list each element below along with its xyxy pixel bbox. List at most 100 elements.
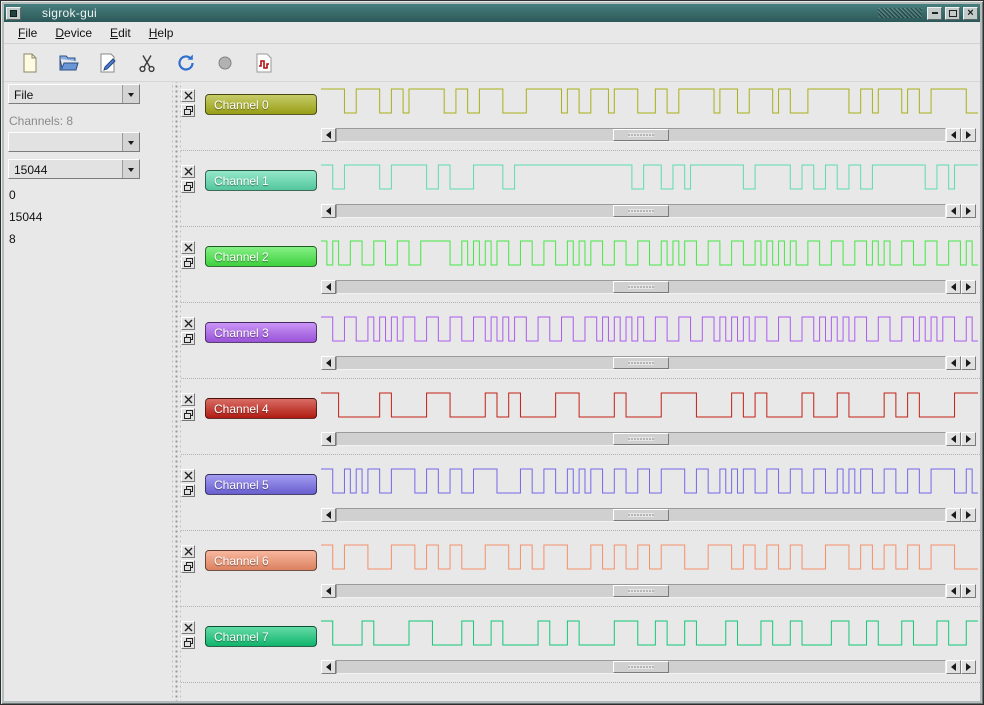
channel-label[interactable]: Channel 0	[205, 94, 317, 115]
channel-label[interactable]: Channel 5	[205, 474, 317, 495]
scrollbar-trough[interactable]	[336, 432, 946, 446]
cut-button[interactable]	[133, 49, 161, 77]
scroll-right-button[interactable]	[961, 356, 976, 370]
channel-close-button[interactable]	[181, 393, 195, 406]
chevron-down-icon[interactable]	[122, 85, 139, 103]
maximize-button[interactable]	[945, 7, 960, 20]
file-combo[interactable]: File	[8, 84, 140, 104]
open-file-button[interactable]	[55, 49, 83, 77]
channel-close-button[interactable]	[181, 317, 195, 330]
chevron-down-icon[interactable]	[122, 160, 139, 178]
scroll-left-end-button[interactable]	[946, 432, 961, 446]
channel-label[interactable]: Channel 3	[205, 322, 317, 343]
scroll-right-button[interactable]	[961, 204, 976, 218]
channel-detach-button[interactable]	[181, 104, 195, 117]
scroll-right-button[interactable]	[961, 128, 976, 142]
menu-file[interactable]: File	[10, 23, 45, 43]
scroll-right-button[interactable]	[961, 280, 976, 294]
channel-scrollbar[interactable]	[321, 432, 976, 446]
channel-label[interactable]: Channel 7	[205, 626, 317, 647]
decode-button[interactable]	[250, 49, 278, 77]
record-button[interactable]	[211, 49, 239, 77]
scroll-left-end-button[interactable]	[946, 584, 961, 598]
channel-scrollbar[interactable]	[321, 660, 976, 674]
detach-icon	[184, 638, 193, 647]
channel-detach-button[interactable]	[181, 484, 195, 497]
scrollbar-thumb[interactable]	[613, 585, 669, 597]
menu-device[interactable]: Device	[47, 23, 100, 43]
minimize-button[interactable]	[927, 7, 942, 20]
channel-detach-button[interactable]	[181, 636, 195, 649]
scroll-left-button[interactable]	[321, 432, 336, 446]
channel-close-button[interactable]	[181, 89, 195, 102]
arrow-left-icon	[326, 435, 331, 443]
channel-label[interactable]: Channel 1	[205, 170, 317, 191]
scroll-left-button[interactable]	[321, 280, 336, 294]
channel-close-button[interactable]	[181, 469, 195, 482]
scroll-left-button[interactable]	[321, 204, 336, 218]
channel-scrollbar[interactable]	[321, 584, 976, 598]
scrollbar-trough[interactable]	[336, 204, 946, 218]
channel-detach-button[interactable]	[181, 560, 195, 573]
scrollbar-trough[interactable]	[336, 280, 946, 294]
panel-splitter[interactable]	[172, 82, 181, 701]
menu-edit[interactable]: Edit	[102, 23, 139, 43]
channel-detach-button[interactable]	[181, 180, 195, 193]
refresh-button[interactable]	[172, 49, 200, 77]
scroll-left-end-button[interactable]	[946, 204, 961, 218]
close-button[interactable]: ×	[963, 7, 978, 20]
scroll-left-button[interactable]	[321, 508, 336, 522]
channel-scrollbar[interactable]	[321, 356, 976, 370]
channel-scrollbar[interactable]	[321, 128, 976, 142]
channel-close-button[interactable]	[181, 545, 195, 558]
scroll-left-end-button[interactable]	[946, 128, 961, 142]
scrollbar-thumb[interactable]	[613, 661, 669, 673]
scroll-left-button[interactable]	[321, 356, 336, 370]
scroll-left-end-button[interactable]	[946, 508, 961, 522]
scroll-left-button[interactable]	[321, 584, 336, 598]
scroll-left-end-button[interactable]	[946, 660, 961, 674]
window-menu-button[interactable]	[6, 7, 21, 20]
save-file-button[interactable]	[94, 49, 122, 77]
channel-close-button[interactable]	[181, 621, 195, 634]
scrollbar-trough[interactable]	[336, 508, 946, 522]
scrollbar-trough[interactable]	[336, 128, 946, 142]
channel-label[interactable]: Channel 4	[205, 398, 317, 419]
scroll-left-button[interactable]	[321, 128, 336, 142]
scrollbar-thumb[interactable]	[613, 205, 669, 217]
scrollbar-thumb[interactable]	[613, 129, 669, 141]
scroll-right-button[interactable]	[961, 584, 976, 598]
menu-help[interactable]: Help	[141, 23, 182, 43]
channel-label[interactable]: Channel 6	[205, 550, 317, 571]
channel-detach-button[interactable]	[181, 332, 195, 345]
scrollbar-thumb[interactable]	[613, 281, 669, 293]
channel-detach-button[interactable]	[181, 256, 195, 269]
channel-close-button[interactable]	[181, 241, 195, 254]
scrollbar-trough[interactable]	[336, 660, 946, 674]
scroll-right-button[interactable]	[961, 432, 976, 446]
scroll-left-end-button[interactable]	[946, 280, 961, 294]
channel-scrollbar[interactable]	[321, 204, 976, 218]
new-file-button[interactable]	[16, 49, 44, 77]
channel-close-button[interactable]	[181, 165, 195, 178]
channel-detach-button[interactable]	[181, 408, 195, 421]
samples-combo[interactable]: 15044	[8, 159, 140, 179]
scrollbar-thumb[interactable]	[613, 433, 669, 445]
scroll-left-end-button[interactable]	[946, 356, 961, 370]
channel-label-text: Channel 7	[214, 630, 269, 644]
chevron-down-icon[interactable]	[122, 133, 139, 151]
scrollbar-trough[interactable]	[336, 584, 946, 598]
scrollbar-trough[interactable]	[336, 356, 946, 370]
empty-combo[interactable]	[8, 132, 140, 152]
scroll-left-button[interactable]	[321, 660, 336, 674]
scroll-right-button[interactable]	[961, 660, 976, 674]
channel-scrollbar[interactable]	[321, 280, 976, 294]
scroll-right-button[interactable]	[961, 508, 976, 522]
scrollbar-thumb[interactable]	[613, 357, 669, 369]
channel-controls	[181, 545, 197, 573]
channel-scrollbar[interactable]	[321, 508, 976, 522]
channel-label[interactable]: Channel 2	[205, 246, 317, 267]
titlebar[interactable]: sigrok-gui ×	[4, 4, 980, 22]
channel-controls	[181, 317, 197, 345]
scrollbar-thumb[interactable]	[613, 509, 669, 521]
